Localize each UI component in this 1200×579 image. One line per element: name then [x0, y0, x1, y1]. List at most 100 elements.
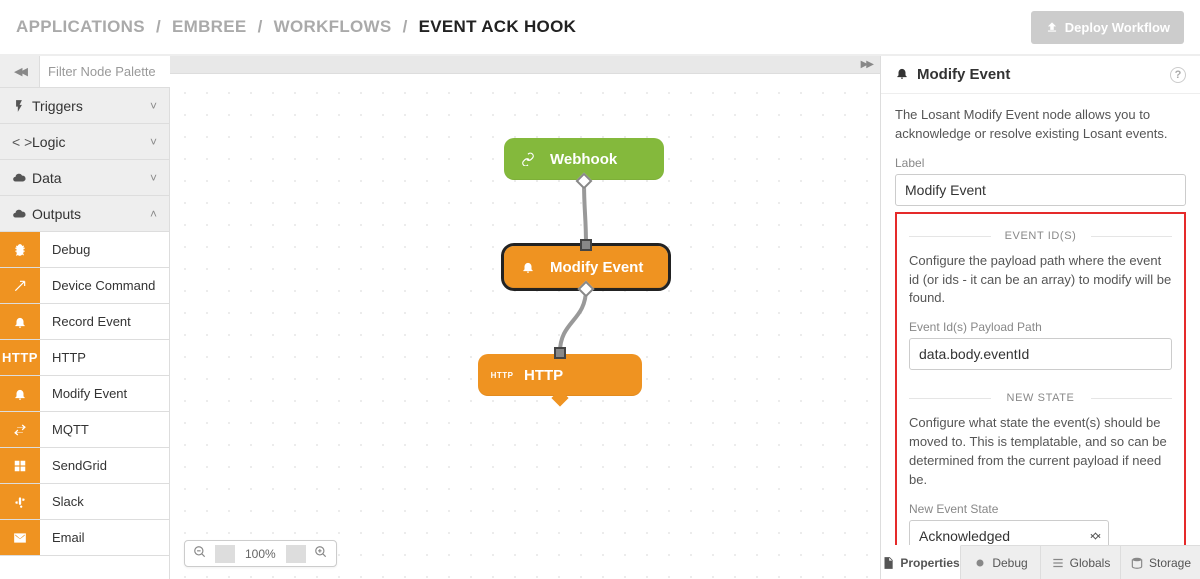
node-input-port[interactable]	[580, 239, 592, 251]
palette-item-label: Slack	[40, 494, 84, 509]
field-label-label: Label	[895, 156, 1186, 170]
http-icon: HTTP	[0, 340, 40, 375]
palette-section-label: Logic	[32, 134, 150, 150]
field-label-payload-path: Event Id(s) Payload Path	[909, 320, 1172, 334]
properties-header: Modify Event ?	[881, 56, 1200, 94]
bug-icon	[973, 556, 987, 570]
deploy-label: Deploy Workflow	[1065, 20, 1170, 35]
doc-icon	[881, 556, 895, 570]
palette-output-items: Debug Device Command Record Event HTTP H…	[0, 232, 169, 556]
new-event-state-select[interactable]: Acknowledged	[909, 520, 1109, 545]
highlighted-section: EVENT ID(S) Configure the payload path w…	[895, 212, 1186, 545]
zoom-level: 100%	[235, 543, 286, 565]
link-icon	[518, 152, 538, 166]
workflow-canvas[interactable]: ▶▶ Webhook Modify Event HTTP HTTP 100%	[170, 56, 880, 579]
chevron-down-icon: ˅	[150, 135, 157, 149]
help-icon[interactable]: ?	[1170, 67, 1186, 83]
connector-1	[170, 56, 880, 579]
canvas-top-bar: ▶▶	[170, 56, 880, 74]
properties-title: Modify Event	[917, 66, 1010, 83]
tab-properties[interactable]: Properties	[881, 545, 961, 579]
palette-section-logic[interactable]: < > Logic ˅	[0, 124, 169, 160]
bell-icon	[895, 66, 909, 84]
header: APPLICATIONS / EMBREE / WORKFLOWS / EVEN…	[0, 0, 1200, 56]
palette-section-label: Data	[32, 170, 150, 186]
mail-icon	[0, 520, 40, 555]
tab-debug[interactable]: Debug	[961, 546, 1041, 579]
label-input[interactable]	[895, 174, 1186, 206]
section-description: Configure what state the event(s) should…	[909, 414, 1172, 489]
zoom-in-button[interactable]	[306, 541, 336, 566]
crumb-current: EVENT ACK HOOK	[419, 17, 577, 36]
breadcrumb: APPLICATIONS / EMBREE / WORKFLOWS / EVEN…	[16, 17, 576, 37]
node-label: Modify Event	[550, 259, 643, 276]
section-description: Configure the payload path where the eve…	[909, 252, 1172, 309]
grid-icon	[0, 448, 40, 483]
zoom-out-button[interactable]	[185, 541, 215, 566]
crumb-workflows[interactable]: WORKFLOWS	[274, 17, 392, 36]
palette-item-modify-event[interactable]: Modify Event	[0, 376, 169, 412]
node-webhook[interactable]: Webhook	[504, 138, 664, 180]
crumb-embree[interactable]: EMBREE	[172, 17, 247, 36]
chevron-up-icon: ˄	[150, 207, 157, 221]
palette-item-label: HTTP	[40, 350, 86, 365]
palette-item-debug[interactable]: Debug	[0, 232, 169, 268]
arrow-icon	[0, 268, 40, 303]
palette-section-triggers[interactable]: Triggers ˅	[0, 88, 169, 124]
section-title-new-state: NEW STATE	[909, 392, 1172, 404]
cloud-upload-icon	[12, 207, 32, 221]
bell-icon	[518, 260, 538, 274]
node-label: Webhook	[550, 151, 617, 168]
palette-item-slack[interactable]: Slack	[0, 484, 169, 520]
chevron-down-icon: ˅	[150, 99, 157, 113]
tab-label: Properties	[900, 556, 959, 570]
expand-props-button[interactable]: ▶▶	[861, 59, 872, 70]
tab-storage[interactable]: Storage	[1121, 546, 1200, 579]
tab-globals[interactable]: Globals	[1041, 546, 1121, 579]
bell-icon	[0, 304, 40, 339]
palette-item-label: Modify Event	[40, 386, 127, 401]
palette-item-record-event[interactable]: Record Event	[0, 304, 169, 340]
node-output-port[interactable]	[552, 390, 569, 407]
field-label-new-state: New Event State	[909, 502, 1172, 516]
cloud-download-icon	[12, 171, 32, 185]
palette-item-label: Record Event	[40, 314, 131, 329]
section-title-event-ids: EVENT ID(S)	[909, 230, 1172, 242]
palette-section-label: Outputs	[32, 206, 150, 222]
swap-icon	[0, 412, 40, 447]
tab-label: Storage	[1149, 556, 1191, 570]
properties-panel: Modify Event ? The Losant Modify Event n…	[880, 56, 1200, 579]
chevron-down-icon: ˅	[150, 171, 157, 185]
list-icon	[1051, 556, 1065, 570]
palette-item-http[interactable]: HTTP HTTP	[0, 340, 169, 376]
palette-item-mqtt[interactable]: MQTT	[0, 412, 169, 448]
node-modify-event[interactable]: Modify Event	[504, 246, 668, 288]
palette-section-data[interactable]: Data ˅	[0, 160, 169, 196]
palette-section-outputs[interactable]: Outputs ˄	[0, 196, 169, 232]
palette-item-label: SendGrid	[40, 458, 107, 473]
palette-item-sendgrid[interactable]: SendGrid	[0, 448, 169, 484]
upload-icon	[1045, 20, 1059, 34]
palette-item-label: Device Command	[40, 278, 155, 293]
palette-item-label: Email	[40, 530, 85, 545]
node-input-port[interactable]	[554, 347, 566, 359]
tab-label: Globals	[1070, 556, 1111, 570]
palette-section-label: Triggers	[32, 98, 150, 114]
node-label: HTTP	[524, 367, 563, 384]
node-output-port[interactable]	[578, 281, 595, 298]
event-id-path-input[interactable]	[909, 338, 1172, 370]
deploy-workflow-button[interactable]: Deploy Workflow	[1031, 11, 1184, 44]
crumb-applications[interactable]: APPLICATIONS	[16, 17, 145, 36]
node-output-port[interactable]	[576, 173, 593, 190]
bell-icon	[0, 376, 40, 411]
properties-tabs: Properties Debug Globals Storage	[881, 545, 1200, 579]
palette-item-device-command[interactable]: Device Command	[0, 268, 169, 304]
storage-icon	[1130, 556, 1144, 570]
collapse-palette-button[interactable]: ◀◀	[0, 56, 40, 87]
zoom-control: 100%	[184, 540, 337, 567]
http-icon: HTTP	[492, 371, 512, 380]
node-http[interactable]: HTTP HTTP	[478, 354, 642, 396]
bug-icon	[0, 232, 40, 267]
palette-item-email[interactable]: Email	[0, 520, 169, 556]
palette-item-label: MQTT	[40, 422, 89, 437]
